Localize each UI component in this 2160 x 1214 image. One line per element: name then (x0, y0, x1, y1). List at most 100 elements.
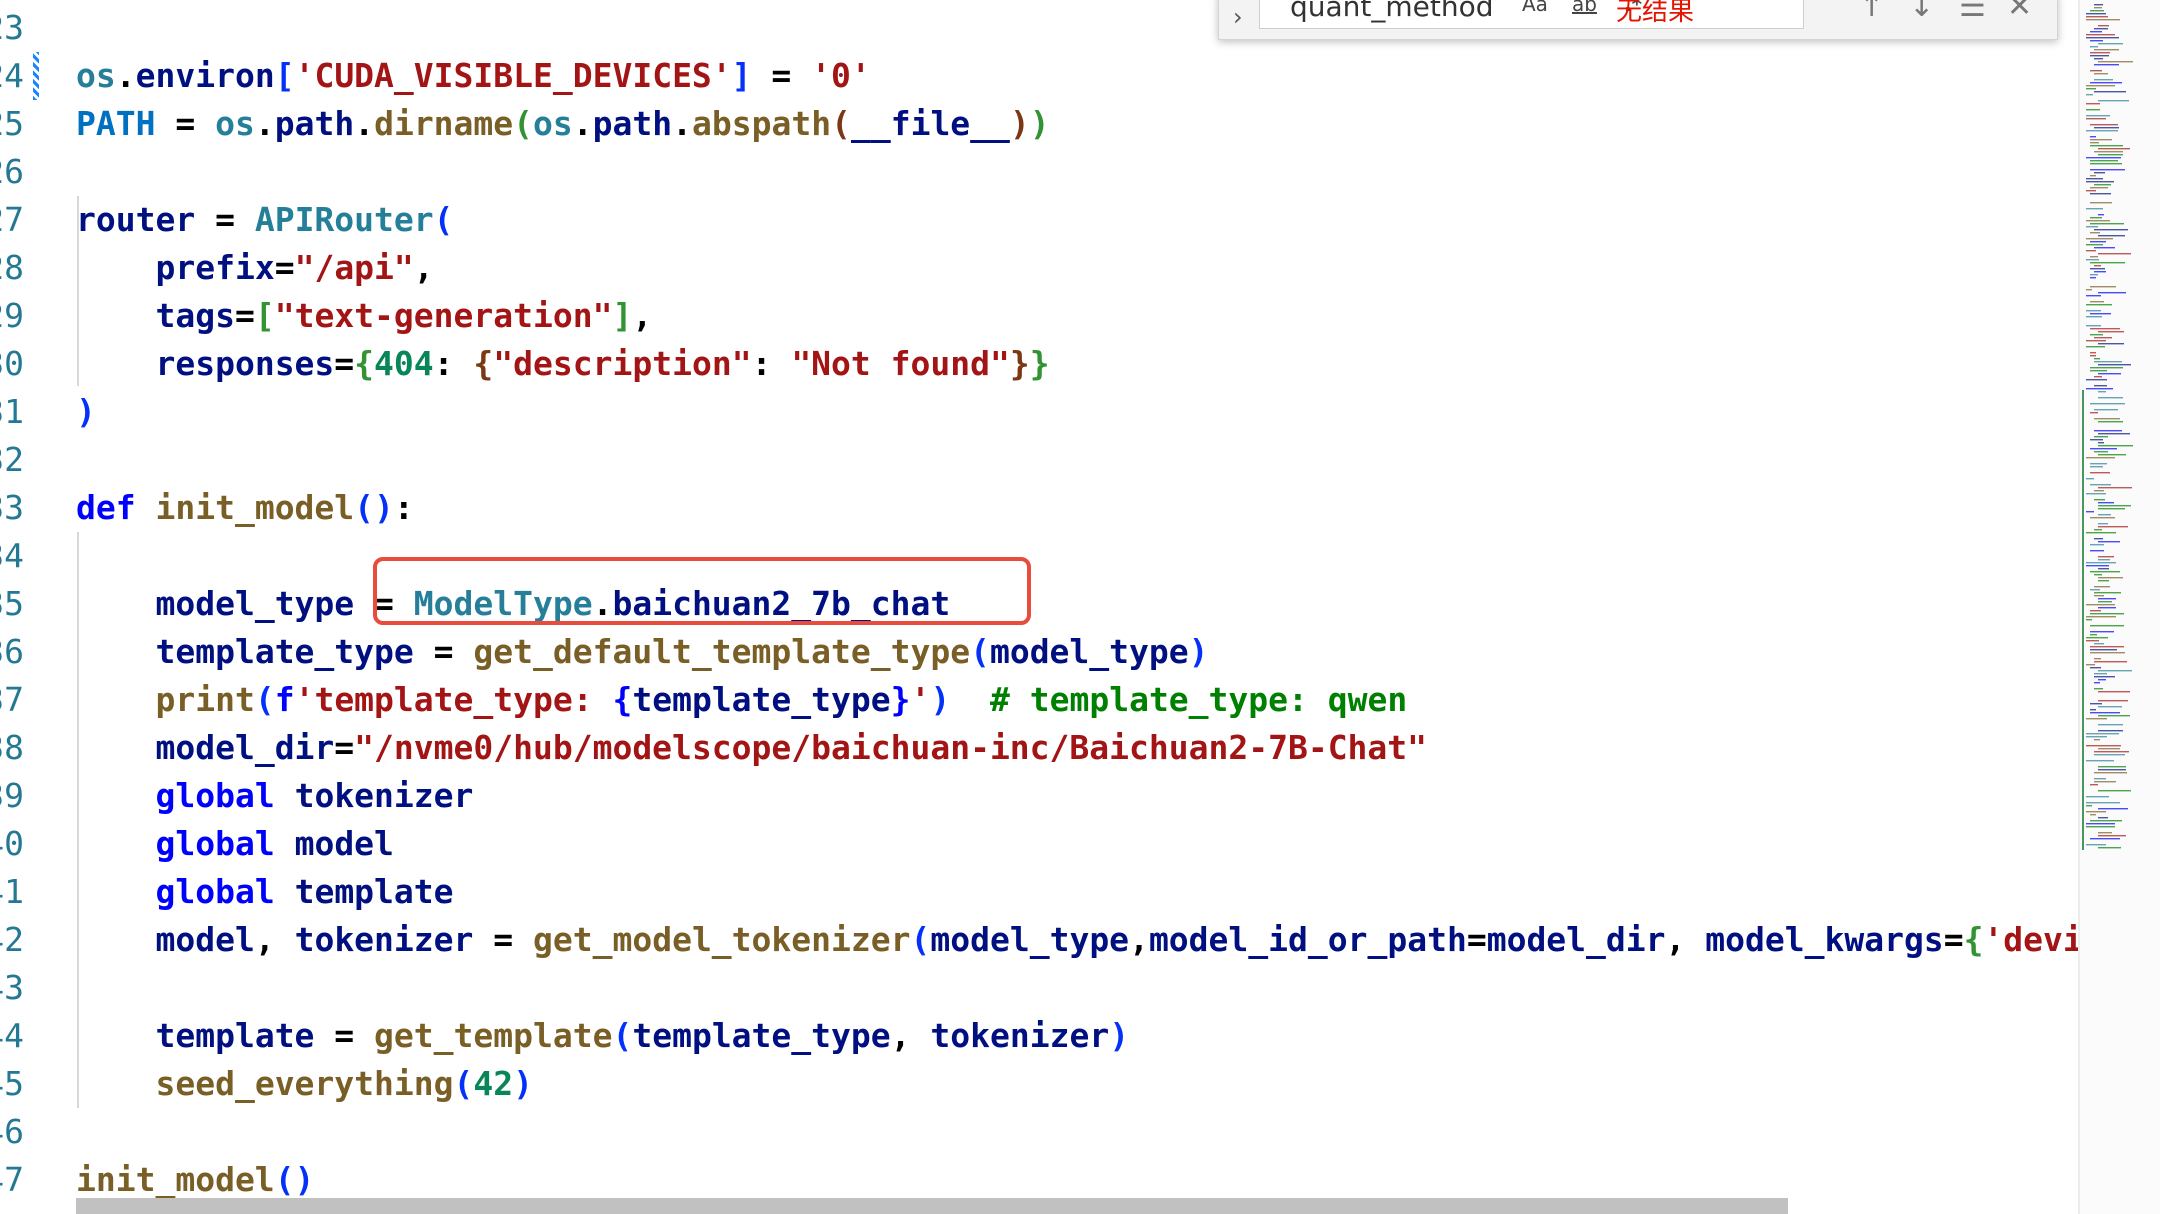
code-line[interactable]: responses={404: {"description": "Not fou… (76, 340, 1049, 388)
code-token: = (274, 248, 295, 287)
code-line[interactable]: ) (76, 388, 96, 436)
minimap-line (2090, 814, 2096, 816)
whole-word-toggle[interactable]: ab (1572, 0, 1597, 16)
code-token: [ (274, 56, 295, 95)
line-number: 33 (0, 488, 24, 527)
minimap-line (2098, 343, 2124, 345)
close-icon[interactable]: ✕ (2007, 0, 2032, 24)
code-line[interactable]: def init_model(): (76, 484, 414, 532)
code-token: = (155, 104, 216, 143)
code-token: = (413, 632, 474, 671)
find-input[interactable]: quant_method Aa ab .* (1259, 0, 1804, 29)
minimap-line (2086, 16, 2108, 18)
minimap-line (2094, 673, 2107, 675)
code-token: ) (513, 1064, 533, 1103)
code-line[interactable]: model_dir="/nvme0/hub/modelscope/baichua… (76, 724, 1427, 772)
minimap-line (2090, 634, 2097, 636)
code-token: . (254, 104, 275, 143)
code-line[interactable]: seed_everything(42) (76, 1060, 533, 1108)
code-line[interactable]: global model (76, 820, 393, 868)
horizontal-scrollbar[interactable] (76, 1198, 1788, 1214)
code-line[interactable]: init_model() (76, 1156, 314, 1204)
minimap-line (2094, 529, 2102, 531)
minimap-line (2086, 562, 2116, 564)
minimap-line (2094, 358, 2100, 360)
minimap-line (2098, 706, 2122, 708)
minimap-line (2098, 433, 2130, 435)
code-line[interactable]: template = get_template(template_type, t… (76, 1012, 1129, 1060)
minimap-line (2094, 778, 2106, 780)
minimap-line (2094, 337, 2112, 339)
code-line[interactable]: global template (76, 868, 453, 916)
code-token: . (115, 56, 136, 95)
code-token: , (632, 296, 653, 335)
code-token: 'device_ (1983, 920, 2078, 959)
minimap-line (2086, 250, 2096, 252)
minimap-line (2086, 190, 2096, 192)
code-line[interactable]: router = APIRouter( (76, 196, 454, 244)
minimap-line (2094, 49, 2119, 51)
line-number: 31 (0, 392, 24, 431)
line-number: 24 (0, 56, 24, 95)
minimap-line (2086, 616, 2116, 618)
minimap-line (2086, 493, 2106, 495)
minimap-line (2086, 745, 2121, 747)
minimap-line (2094, 271, 2106, 273)
code-token: model_kwargs (1705, 920, 1944, 959)
minimap-line (2090, 163, 2122, 165)
minimap-line (2094, 79, 2113, 81)
minimap-line (2094, 58, 2103, 60)
minimap-line (2098, 445, 2133, 447)
minimap-line (2094, 751, 2129, 753)
code-token: ( (612, 1016, 633, 1055)
minimap[interactable] (2078, 0, 2160, 1214)
code-token: prefix (155, 248, 275, 287)
minimap-line (2098, 505, 2131, 507)
minimap-line (2094, 7, 2102, 9)
minimap-line (2090, 175, 2096, 177)
minimap-line (2098, 364, 2131, 366)
minimap-line (2086, 805, 2092, 807)
minimap-line (2098, 397, 2123, 399)
code-line[interactable]: print(f'template_type: {template_type}')… (76, 676, 1407, 724)
minimap-line (2098, 670, 2132, 672)
code-line[interactable]: model, tokenizer = get_model_tokenizer(m… (76, 916, 2078, 964)
code-line[interactable]: global tokenizer (76, 772, 473, 820)
code-token: global (155, 872, 275, 911)
minimap-line (2094, 772, 2127, 774)
minimap-line (2098, 730, 2123, 732)
code-line[interactable]: os.environ['CUDA_VISIBLE_DEVICES'] = '0' (76, 52, 871, 100)
minimap-diff-marker (2082, 620, 2084, 850)
minimap-line (2090, 784, 2098, 786)
arrow-down-icon[interactable]: ↓ (1909, 0, 1934, 24)
annotation-highlight-box (373, 557, 1031, 625)
minimap-line (2086, 532, 2116, 534)
minimap-line (2086, 295, 2101, 297)
minimap-line (2086, 244, 2103, 246)
chevron-right-icon[interactable]: › (1233, 3, 1243, 31)
code-line[interactable]: template_type = get_default_template_typ… (76, 628, 1209, 676)
minimap-line (2098, 100, 2129, 102)
match-case-toggle[interactable]: Aa (1522, 0, 1548, 16)
arrow-up-icon[interactable]: ↑ (1859, 0, 1884, 24)
code-token: ) (1188, 632, 1209, 671)
code-token: get_template (374, 1016, 613, 1055)
code-token: = (751, 56, 812, 95)
code-line[interactable]: PATH = os.path.dirname(os.path.abspath(_… (76, 100, 1050, 148)
minimap-line (2086, 316, 2102, 318)
code-token: 'template_type: (294, 680, 613, 719)
minimap-line (2090, 838, 2120, 840)
find-in-selection-icon[interactable]: ☰ (1959, 0, 1986, 24)
line-number: 27 (0, 200, 24, 239)
code-line[interactable]: tags=["text-generation"], (76, 292, 652, 340)
minimap-line (2086, 733, 2119, 735)
line-number: 41 (0, 872, 24, 911)
minimap-line (2098, 391, 2106, 393)
minimap-line (2098, 568, 2109, 570)
code-editor[interactable]: 23 24 25 26 27 28 29 30 31 32 33 34 35 36 37 38 39 40 41 42… (0, 0, 2078, 1214)
code-line[interactable]: prefix="/api", (76, 244, 433, 292)
